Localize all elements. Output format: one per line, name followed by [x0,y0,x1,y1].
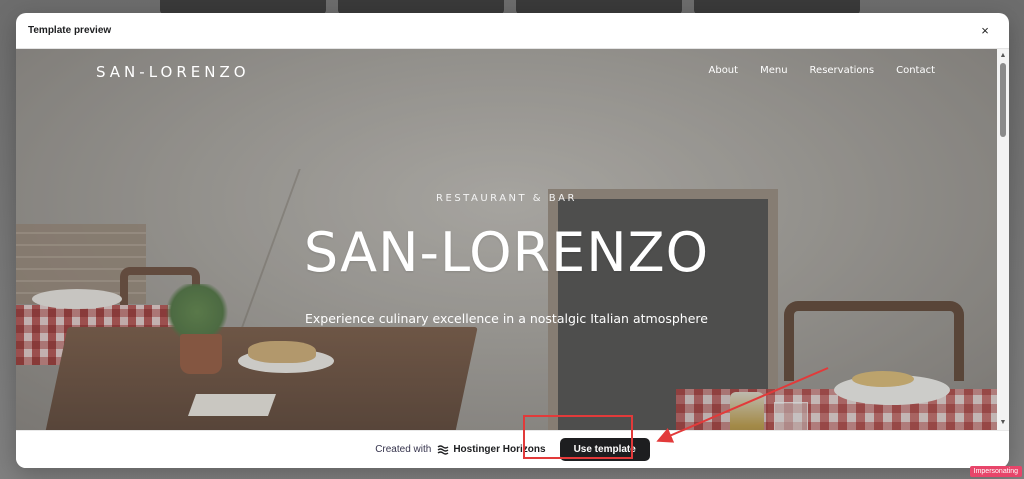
annotation-highlight-box [523,415,633,459]
scroll-down-icon[interactable]: ▼ [999,419,1007,427]
site-logo[interactable]: SAN-LORENZO [96,63,250,81]
modal-footer: Created with Hostinger Horizons Use temp… [16,430,1009,468]
nav-link-contact[interactable]: Contact [896,65,935,76]
scroll-up-icon[interactable]: ▲ [999,52,1007,60]
modal-title: Template preview [28,25,112,36]
nav-link-reservations[interactable]: Reservations [810,65,875,76]
horizons-logo-icon [437,444,449,455]
impersonating-badge: Impersonating [969,466,1022,477]
modal-header: Template preview × [16,13,1009,49]
scroll-thumb[interactable] [1000,63,1006,137]
hero-title: SAN-LORENZO [303,221,710,284]
hero-kicker: RESTAURANT & BAR [436,193,577,204]
background-thumbnails [160,0,860,14]
site-nav: About Menu Reservations Contact [709,65,936,76]
website-preview: SAN-LORENZO About Menu Reservations Cont… [16,49,997,430]
close-icon[interactable]: × [975,21,995,41]
credit: Created with Hostinger Horizons [375,444,545,455]
nav-link-about[interactable]: About [709,65,739,76]
created-with-label: Created with [375,444,432,455]
hero-subtitle: Experience culinary excellence in a nost… [305,311,708,326]
preview-scrollbar[interactable]: ▲ ▼ [997,49,1009,430]
template-preview-modal: Template preview × SAN-LORENZO About Men… [16,13,1009,468]
nav-link-menu[interactable]: Menu [760,65,787,76]
